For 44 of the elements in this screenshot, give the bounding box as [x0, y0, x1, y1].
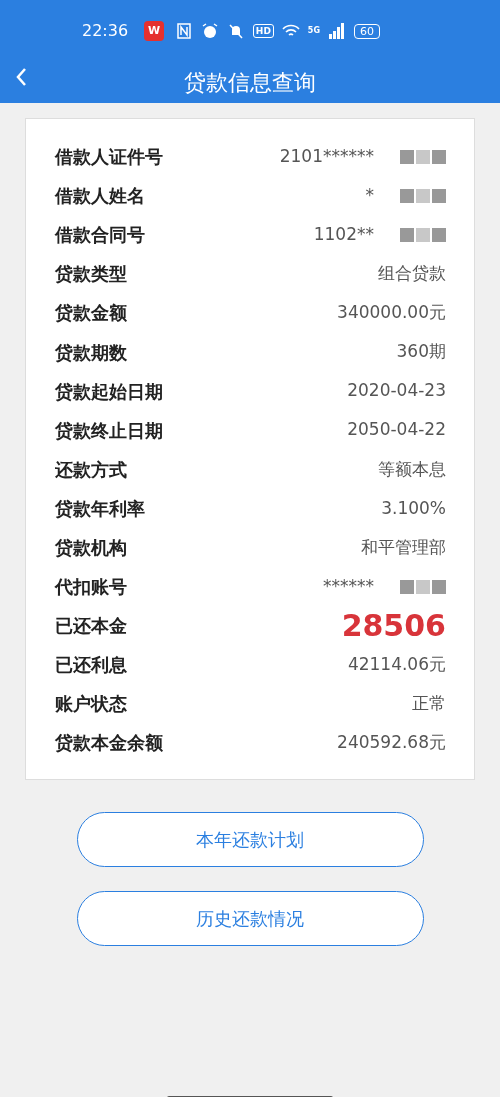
- field-label: 贷款起始日期: [55, 379, 163, 404]
- action-button[interactable]: 历史还款情况: [76, 890, 424, 946]
- muted-bell-icon: [226, 22, 245, 40]
- field-value: 3.100%: [381, 496, 446, 520]
- field-value: 等额本息: [378, 457, 446, 481]
- field-value: ******: [323, 574, 374, 598]
- nfc-icon: [174, 22, 193, 40]
- field-label: 借款合同号: [55, 223, 145, 248]
- field-value: 2020-04-23: [347, 379, 446, 403]
- field-value: 1102**: [313, 223, 374, 246]
- field-label: 贷款金额: [55, 301, 127, 326]
- field-value: 2101******: [279, 144, 374, 168]
- signal-icon: [328, 22, 346, 40]
- field-label: 已还本金: [55, 614, 127, 639]
- alarm-icon: [200, 22, 219, 40]
- field-label: 已还利息: [55, 653, 127, 678]
- field-value: 42114.06元: [347, 653, 446, 676]
- field-label: 还款方式: [55, 457, 127, 482]
- field-value: 2050-04-22: [347, 418, 446, 442]
- field-label: 账户状态: [55, 692, 127, 717]
- field-label: 贷款期数: [55, 340, 127, 365]
- field-value: 正常: [412, 692, 446, 716]
- field-label: 借款人证件号: [55, 145, 163, 170]
- field-label: 贷款本金余额: [55, 731, 163, 756]
- field-value: 360期: [396, 340, 446, 364]
- app-badge: W: [144, 21, 165, 41]
- field-value: 和平管理部: [361, 535, 446, 559]
- action-button[interactable]: 本年还款计划: [76, 811, 424, 867]
- field-label: 贷款类型: [55, 262, 127, 287]
- field-label: 代扣账号: [55, 575, 127, 600]
- field-value: *: [365, 183, 374, 207]
- field-value: 240592.68元: [337, 731, 446, 755]
- battery-indicator: 60: [354, 23, 380, 39]
- field-label: 贷款年利率: [55, 496, 145, 521]
- field-value: 28506: [341, 610, 446, 641]
- field-label: 借款人姓名: [55, 184, 145, 209]
- hd-indicator: HD: [252, 24, 274, 38]
- field-label: 贷款机构: [55, 536, 127, 560]
- status-time: 22:36: [82, 20, 129, 42]
- field-label: 贷款终止日期: [55, 418, 163, 443]
- field-value: 组合贷款: [378, 262, 446, 286]
- page-title: 贷款信息查询: [184, 69, 316, 97]
- network-type: 5G: [307, 25, 320, 37]
- field-value: 340000.00元: [337, 301, 446, 325]
